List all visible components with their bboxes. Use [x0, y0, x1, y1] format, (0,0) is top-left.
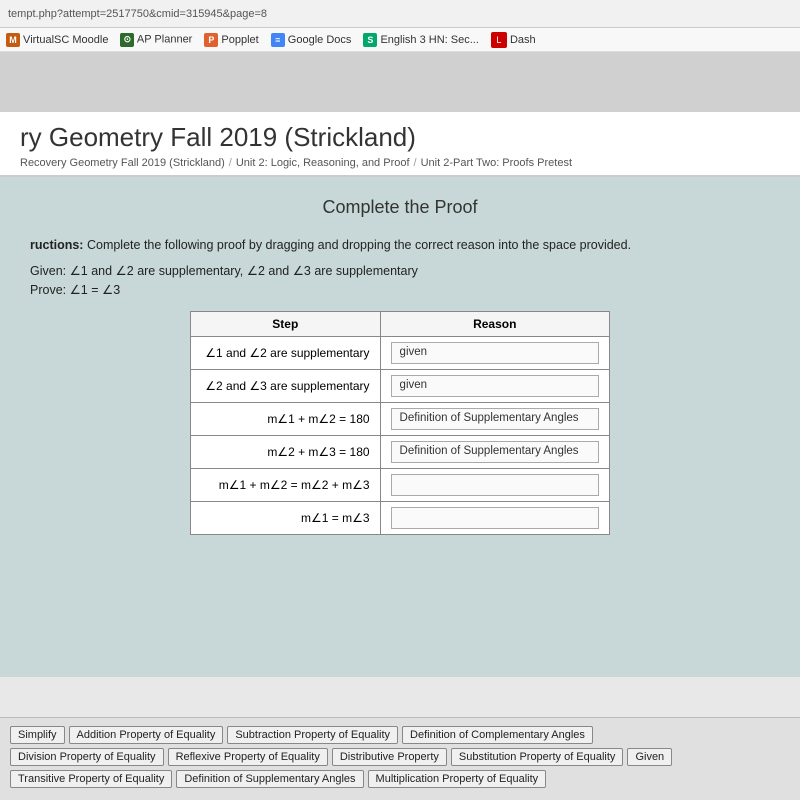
page-title: ry Geometry Fall 2019 (Strickland): [20, 122, 780, 153]
instructions-label: ructions:: [30, 238, 83, 252]
table-row: m∠1 + m∠2 = 180 Definition of Supplementa…: [191, 402, 610, 435]
step-header: Step: [191, 311, 381, 336]
option-tag[interactable]: Distributive Property: [332, 748, 447, 766]
tab-google-docs[interactable]: ≡ Google Docs: [271, 33, 352, 47]
browser-bar: tempt.php?attempt=2517750&cmid=315945&pa…: [0, 0, 800, 28]
reason-box: given: [391, 342, 599, 364]
proof-table-wrapper: Step Reason ∠1 and ∠2 are supplementary g…: [30, 311, 770, 535]
options-row-3: Transitive Property of EqualityDefinitio…: [10, 770, 790, 788]
table-row: ∠2 and ∠3 are supplementary given: [191, 369, 610, 402]
reason-box: Definition of Supplementary Angles: [391, 408, 599, 430]
breadcrumb-item-3[interactable]: Unit 2-Part Two: Proofs Pretest: [421, 157, 572, 169]
option-tag[interactable]: Division Property of Equality: [10, 748, 164, 766]
options-row-1: SimplifyAddition Property of EqualitySub…: [10, 726, 790, 744]
proof-heading: Complete the Proof: [30, 197, 770, 218]
moodle-icon: M: [6, 33, 20, 47]
step-cell: ∠2 and ∠3 are supplementary: [191, 369, 381, 402]
reason-cell[interactable]: [380, 501, 609, 534]
reason-cell[interactable]: [380, 468, 609, 501]
option-tag[interactable]: Transitive Property of Equality: [10, 770, 172, 788]
reason-box[interactable]: [391, 474, 599, 496]
option-tag[interactable]: Reflexive Property of Equality: [168, 748, 328, 766]
given-text: Given: ∠1 and ∠2 are supplementary, ∠2 a…: [30, 263, 770, 278]
table-row: ∠1 and ∠2 are supplementary given: [191, 336, 610, 369]
tab-popplet[interactable]: P Popplet: [204, 33, 258, 47]
english-icon: S: [363, 33, 377, 47]
step-cell: m∠1 = m∠3: [191, 501, 381, 534]
dash-icon: L: [491, 32, 507, 48]
option-tag[interactable]: Given: [627, 748, 672, 766]
gray-divider: [0, 52, 800, 112]
reason-box: Definition of Supplementary Angles: [391, 441, 599, 463]
breadcrumb-item-2[interactable]: Unit 2: Logic, Reasoning, and Proof: [236, 157, 410, 169]
option-tag[interactable]: Substitution Property of Equality: [451, 748, 624, 766]
instructions-body: Complete the following proof by dragging…: [87, 238, 631, 252]
popplet-icon: P: [204, 33, 218, 47]
prove-text: Prove: ∠1 = ∠3: [30, 282, 770, 297]
url-bar[interactable]: tempt.php?attempt=2517750&cmid=315945&pa…: [8, 8, 267, 20]
reason-box: given: [391, 375, 599, 397]
bookmarks-bar: M VirtualSC Moodle ⊙ AP Planner P Popple…: [0, 28, 800, 52]
option-tag[interactable]: Definition of Supplementary Angles: [176, 770, 363, 788]
step-cell: m∠1 + m∠2 = m∠2 + m∠3: [191, 468, 381, 501]
step-cell: m∠1 + m∠2 = 180: [191, 402, 381, 435]
breadcrumb: Recovery Geometry Fall 2019 (Strickland)…: [20, 157, 780, 169]
tab-virtualmoodle[interactable]: M VirtualSC Moodle: [6, 33, 108, 47]
option-tag[interactable]: Simplify: [10, 726, 65, 744]
reason-cell: Definition of Supplementary Angles: [380, 435, 609, 468]
option-tag[interactable]: Multiplication Property of Equality: [368, 770, 547, 788]
page-title-area: ry Geometry Fall 2019 (Strickland) Recov…: [0, 112, 800, 175]
instructions-text: ructions: Complete the following proof b…: [30, 236, 770, 255]
option-tag[interactable]: Addition Property of Equality: [69, 726, 224, 744]
proof-table: Step Reason ∠1 and ∠2 are supplementary g…: [190, 311, 610, 535]
breadcrumb-sep-1: /: [229, 157, 232, 169]
tab-ap-planner[interactable]: ⊙ AP Planner: [120, 33, 192, 47]
gdocs-icon: ≡: [271, 33, 285, 47]
option-tag[interactable]: Definition of Complementary Angles: [402, 726, 593, 744]
breadcrumb-sep-2: /: [414, 157, 417, 169]
reason-cell: Definition of Supplementary Angles: [380, 402, 609, 435]
option-tag[interactable]: Subtraction Property of Equality: [227, 726, 398, 744]
tab-dash[interactable]: L Dash: [491, 32, 536, 48]
reason-box[interactable]: [391, 507, 599, 529]
gdocs-label: Google Docs: [288, 34, 352, 46]
step-cell: m∠2 + m∠3 = 180: [191, 435, 381, 468]
table-row: m∠2 + m∠3 = 180 Definition of Supplementa…: [191, 435, 610, 468]
reason-cell: given: [380, 336, 609, 369]
tab-english[interactable]: S English 3 HN: Sec...: [363, 33, 479, 47]
options-row-2: Division Property of EqualityReflexive P…: [10, 748, 790, 766]
reason-header: Reason: [380, 311, 609, 336]
options-area: SimplifyAddition Property of EqualitySub…: [0, 717, 800, 800]
step-cell: ∠1 and ∠2 are supplementary: [191, 336, 381, 369]
breadcrumb-item-1[interactable]: Recovery Geometry Fall 2019 (Strickland): [20, 157, 225, 169]
reason-cell: given: [380, 369, 609, 402]
table-row: m∠1 = m∠3: [191, 501, 610, 534]
ap-icon: ⊙: [120, 33, 134, 47]
table-row: m∠1 + m∠2 = m∠2 + m∠3: [191, 468, 610, 501]
main-content: Complete the Proof ructions: Complete th…: [0, 177, 800, 677]
